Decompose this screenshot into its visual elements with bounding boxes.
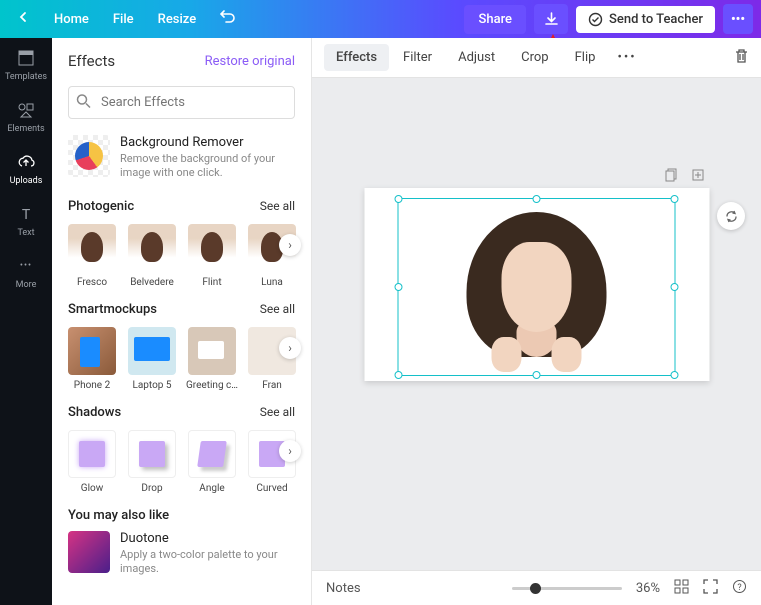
bottom-bar: Notes 36% ? (312, 570, 761, 605)
share-button[interactable]: Share (464, 5, 526, 34)
add-page-icon-button[interactable] (689, 166, 707, 184)
tool-filter[interactable]: Filter (391, 44, 444, 71)
restore-original-link[interactable]: Restore original (205, 54, 295, 69)
photogenic-row: Fresco Belvedere Flint Luna › (52, 218, 311, 296)
effect-flint[interactable]: Flint (188, 224, 236, 288)
scroll-right-shadows[interactable]: › (279, 440, 301, 462)
elements-icon (16, 100, 36, 120)
svg-text:T: T (22, 207, 31, 223)
image-toolbar: Effects Filter Adjust Crop Flip ••• (312, 38, 761, 78)
resize-handle-bl[interactable] (394, 371, 402, 379)
section-photogenic-title: Photogenic (68, 199, 134, 214)
rail-text[interactable]: T Text (16, 204, 36, 238)
see-all-smartmockups[interactable]: See all (260, 302, 295, 316)
rail-uploads[interactable]: Uploads (10, 152, 43, 186)
resize-button[interactable]: Resize (148, 6, 207, 33)
smartmockups-row: Phone 2 Laptop 5 Greeting car… Fran › (52, 321, 311, 399)
effect-fresco[interactable]: Fresco (68, 224, 116, 288)
resize-handle-tm[interactable] (532, 195, 540, 203)
fullscreen-button[interactable] (703, 579, 718, 598)
section-shadows-title: Shadows (68, 405, 121, 420)
left-rail: Templates Elements Uploads T Text ••• Mo… (0, 38, 52, 605)
page-actions (663, 166, 707, 184)
resize-handle-bm[interactable] (532, 371, 540, 379)
bg-remover-item[interactable]: Background Remover Remove the background… (52, 131, 311, 193)
check-circle-icon (588, 12, 603, 27)
panel-title: Effects (68, 52, 115, 70)
tool-flip[interactable]: Flip (563, 44, 608, 71)
shadows-row: Glow Drop Angle Curved › (52, 424, 311, 502)
shadow-drop[interactable]: Drop (128, 430, 176, 494)
help-button[interactable]: ? (732, 579, 747, 598)
effects-panel: Effects Restore original Background Remo… (52, 38, 312, 605)
tool-adjust[interactable]: Adjust (446, 44, 507, 71)
duotone-desc: Apply a two-color palette to your images… (120, 548, 295, 577)
duotone-title: Duotone (120, 531, 295, 546)
bg-remover-desc: Remove the background of your image with… (120, 152, 295, 181)
bg-remover-title: Background Remover (120, 135, 295, 150)
duotone-item[interactable]: Duotone Apply a two-color palette to you… (52, 527, 311, 589)
home-button[interactable]: Home (44, 6, 99, 33)
section-smartmockups-title: Smartmockups (68, 302, 157, 317)
sync-button[interactable] (717, 202, 745, 230)
search-effects-input[interactable] (68, 86, 295, 119)
shadow-angle[interactable]: Angle (188, 430, 236, 494)
file-menu[interactable]: File (103, 6, 144, 33)
undo-button[interactable] (210, 4, 246, 34)
topbar-more-button[interactable]: ••• (723, 4, 753, 34)
mockup-greeting[interactable]: Greeting car… (188, 327, 236, 391)
resize-handle-rm[interactable] (670, 283, 678, 291)
delete-button[interactable] (734, 48, 749, 68)
notes-button[interactable]: Notes (326, 581, 361, 596)
canvas-area: Effects Filter Adjust Crop Flip ••• (312, 38, 761, 605)
tool-crop[interactable]: Crop (509, 44, 560, 71)
portrait-image (446, 207, 626, 377)
selected-image[interactable] (397, 198, 675, 376)
download-button[interactable] (534, 4, 568, 34)
svg-text:?: ? (737, 583, 741, 593)
text-icon: T (16, 204, 36, 224)
grid-view-button[interactable] (674, 579, 689, 598)
top-bar: Home File Resize Share Send to Teacher •… (0, 0, 761, 38)
topbar-right: Share Send to Teacher ••• (464, 4, 753, 34)
templates-icon (16, 48, 36, 68)
rail-templates[interactable]: Templates (5, 48, 47, 82)
duotone-thumb (68, 531, 110, 573)
canvas-viewport[interactable]: ⇅ + Add page (312, 78, 761, 570)
more-icon: ••• (16, 256, 36, 276)
tool-effects[interactable]: Effects (324, 44, 389, 71)
back-button[interactable] (8, 5, 40, 33)
resize-handle-tr[interactable] (670, 195, 678, 203)
scroll-right-smartmockups[interactable]: › (279, 337, 301, 359)
resize-handle-tl[interactable] (394, 195, 402, 203)
see-all-photogenic[interactable]: See all (260, 199, 295, 213)
see-all-shadows[interactable]: See all (260, 405, 295, 419)
zoom-level[interactable]: 36% (636, 581, 660, 596)
uploads-icon (16, 152, 36, 172)
mockup-laptop5[interactable]: Laptop 5 (128, 327, 176, 391)
send-teacher-label: Send to Teacher (609, 12, 703, 27)
scroll-right-photogenic[interactable]: › (279, 234, 301, 256)
rail-more[interactable]: ••• More (16, 256, 37, 290)
mockup-phone2[interactable]: Phone 2 (68, 327, 116, 391)
bg-remover-thumb (68, 135, 110, 177)
zoom-slider-thumb[interactable] (530, 583, 541, 594)
send-to-teacher-button[interactable]: Send to Teacher (576, 6, 715, 33)
resize-handle-lm[interactable] (394, 283, 402, 291)
duplicate-page-button[interactable] (663, 166, 681, 184)
topbar-left: Home File Resize (8, 4, 246, 34)
shadow-glow[interactable]: Glow (68, 430, 116, 494)
rail-elements[interactable]: Elements (7, 100, 44, 134)
zoom-slider[interactable] (512, 587, 622, 590)
section-youmay-title: You may also like (68, 508, 169, 523)
resize-handle-br[interactable] (670, 371, 678, 379)
search-icon (76, 93, 91, 112)
design-page[interactable] (364, 188, 709, 381)
effect-belvedere[interactable]: Belvedere (128, 224, 176, 288)
tool-more[interactable]: ••• (617, 50, 636, 65)
